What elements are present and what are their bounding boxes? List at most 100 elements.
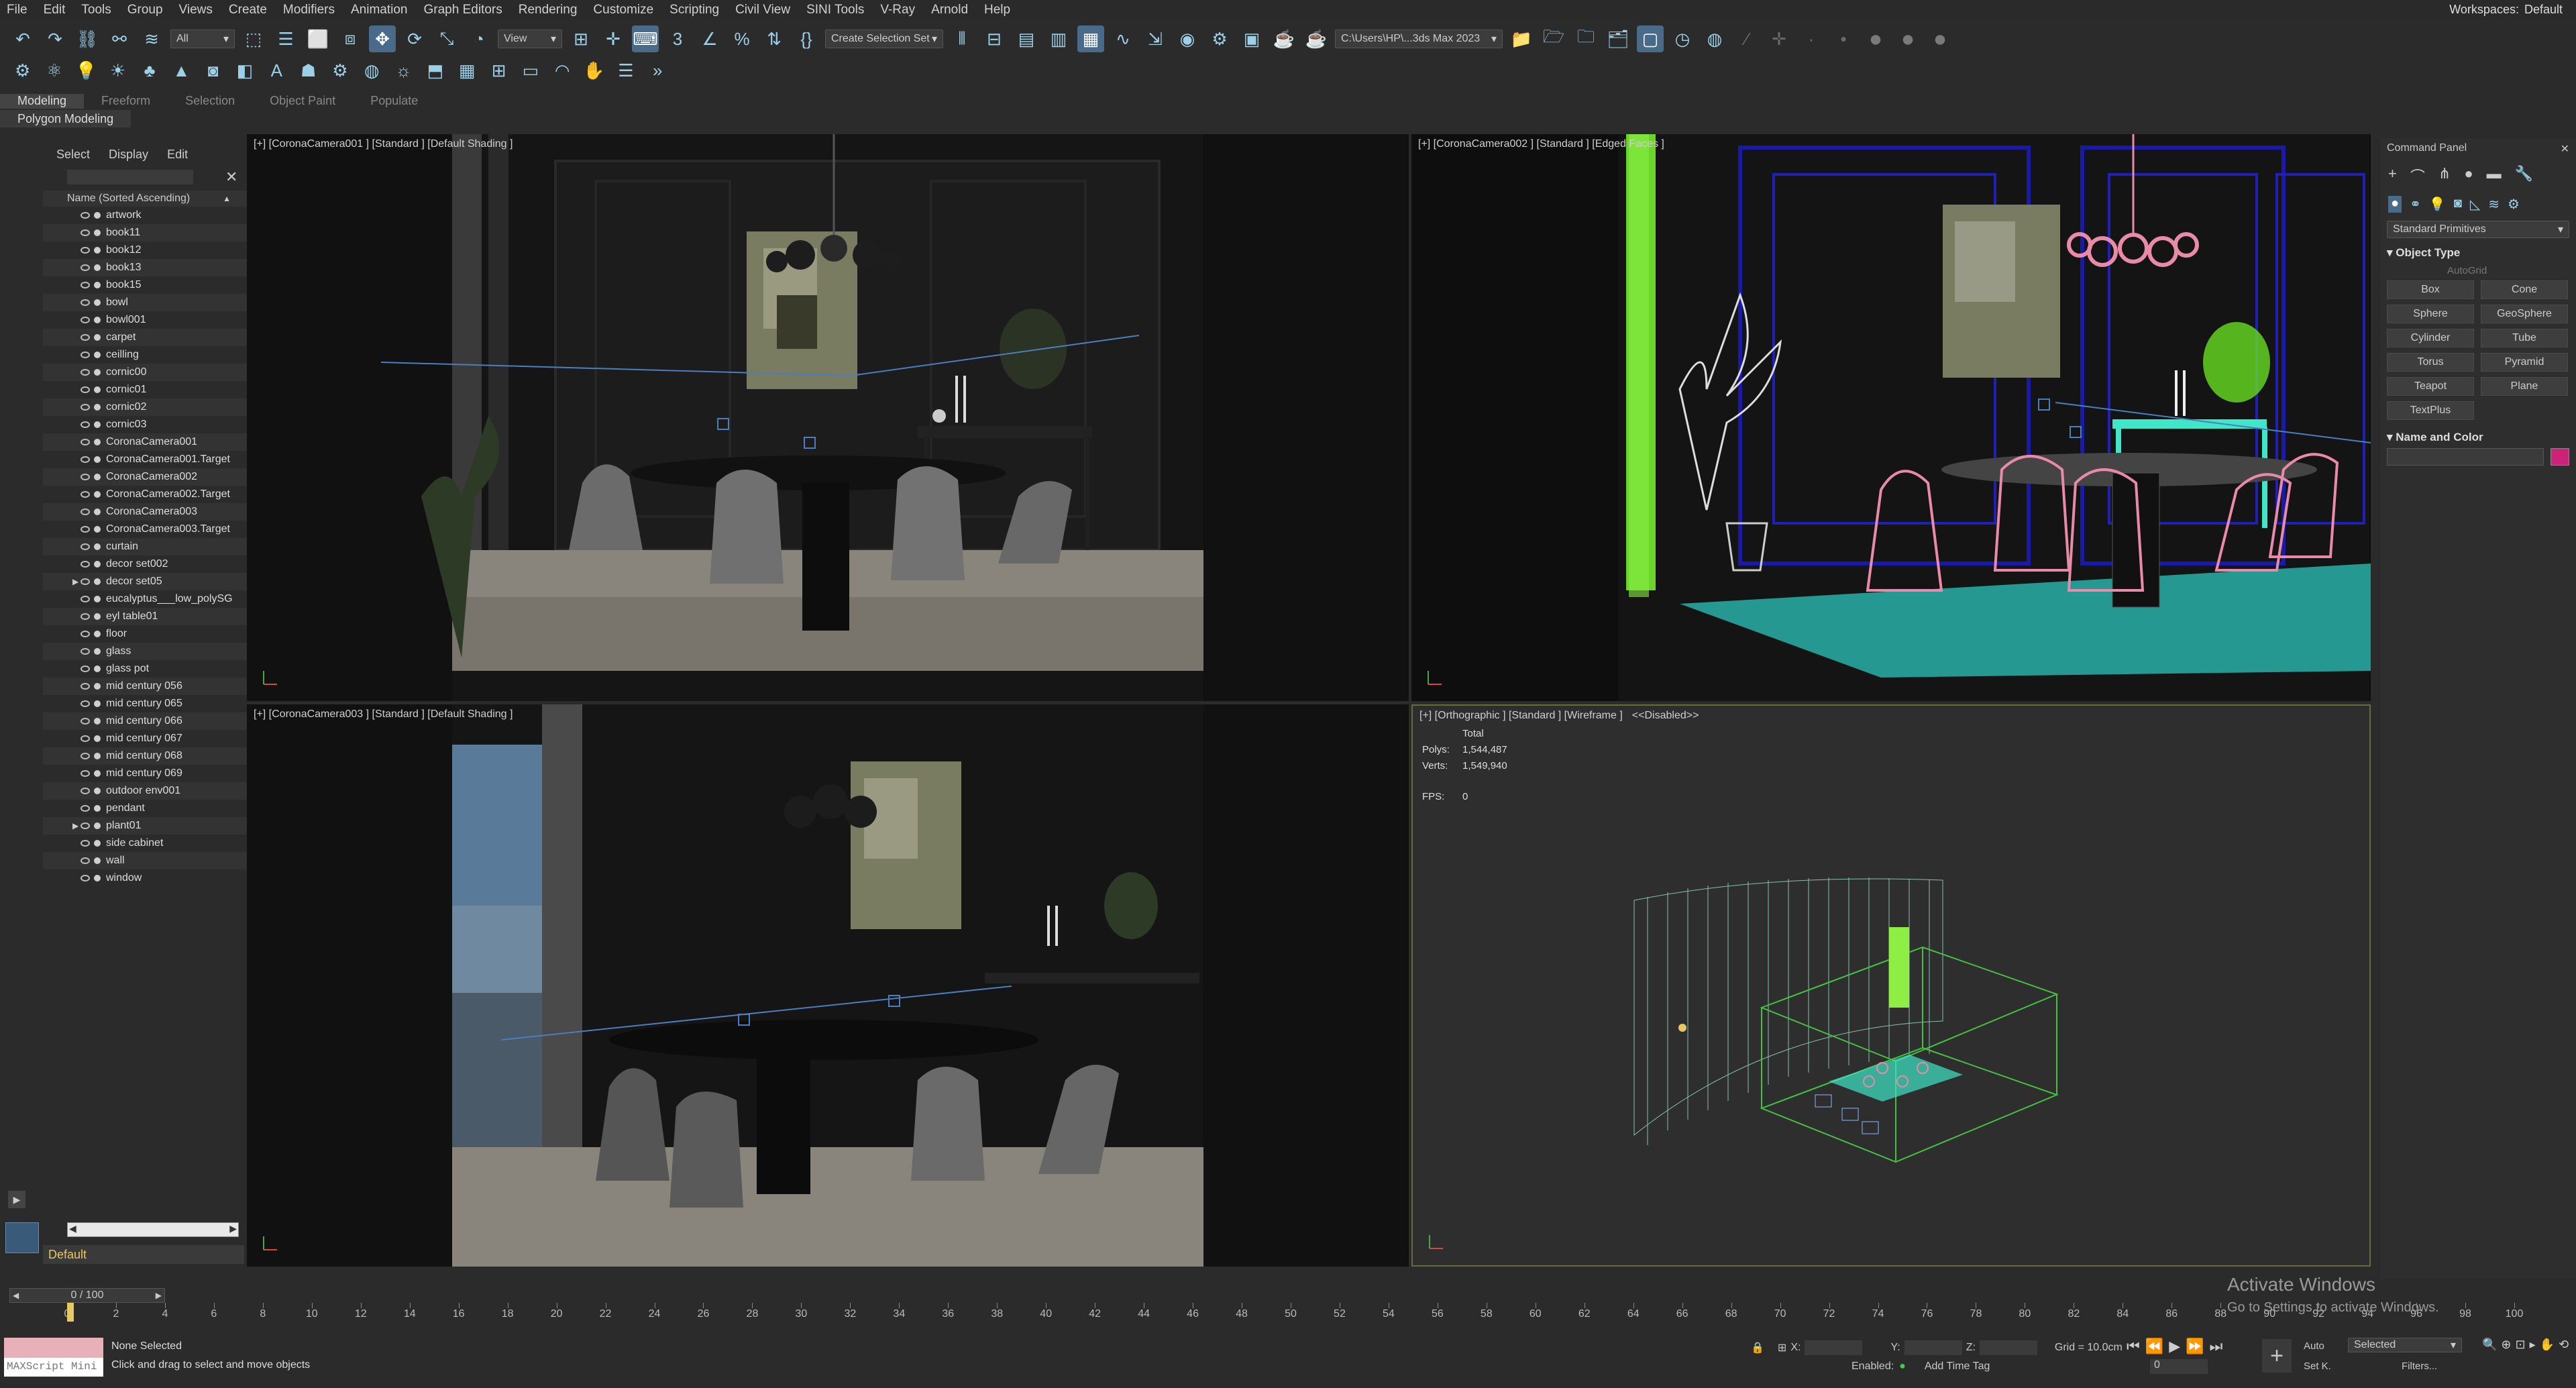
light-icon[interactable]: 💡 <box>73 57 99 84</box>
list-icon[interactable]: ☰ <box>612 57 639 84</box>
bulb-icon[interactable]: ☼ <box>390 57 417 84</box>
freeze-icon[interactable] <box>94 543 101 550</box>
eye-icon[interactable] <box>80 491 90 498</box>
eye-icon[interactable] <box>80 805 90 812</box>
rect-region-icon[interactable]: ⬜ <box>305 25 331 52</box>
freeze-icon[interactable] <box>94 596 101 602</box>
list-item[interactable]: floor <box>43 625 247 643</box>
list-item[interactable]: cornic02 <box>43 398 247 416</box>
freeze-icon[interactable] <box>94 404 101 411</box>
eye-icon[interactable] <box>80 613 90 620</box>
scroll-left-icon[interactable]: ◀ <box>69 1223 76 1234</box>
freeze-icon[interactable] <box>94 561 101 568</box>
list-item[interactable]: book11 <box>43 224 247 242</box>
current-frame-field[interactable]: 0 <box>2150 1359 2208 1374</box>
modify-tab-icon[interactable]: ⌒ <box>2410 165 2425 186</box>
menu-animation[interactable]: Animation <box>351 3 408 17</box>
viewport-label-camera003[interactable]: [+] [CoronaCamera003 ] [Standard ] [Defa… <box>254 708 513 720</box>
eye-icon[interactable] <box>80 875 90 882</box>
list-item[interactable]: ceilling <box>43 346 247 364</box>
list-item[interactable]: decor set002 <box>43 555 247 573</box>
expand-icon[interactable]: ▶ <box>72 573 78 590</box>
ribbon-tab-selection[interactable]: Selection <box>168 94 252 109</box>
tree-icon[interactable]: ♣ <box>136 57 162 84</box>
maxscript-listener[interactable] <box>4 1338 103 1358</box>
open-folder-icon[interactable]: 🗁 <box>1540 25 1567 52</box>
eye-icon[interactable] <box>80 840 90 847</box>
freeze-icon[interactable] <box>94 631 101 637</box>
menu-rendering[interactable]: Rendering <box>519 3 578 17</box>
select-object-icon[interactable]: ⬚ <box>240 25 267 52</box>
ribbon-tab-object-paint[interactable]: Object Paint <box>252 94 353 109</box>
polygon-modeling-label[interactable]: Polygon Modeling <box>17 112 113 126</box>
scene-horizontal-scrollbar[interactable]: ◀ ▶ <box>67 1222 239 1237</box>
shapes-icon[interactable]: ⚭ <box>2410 196 2421 213</box>
timeline-ticks[interactable]: 0246810121416182022242628303234363840424… <box>0 1288 2576 1328</box>
freeze-icon[interactable] <box>94 317 101 323</box>
list-item[interactable]: CoronaCamera003 <box>43 503 247 521</box>
utilities-tab-icon[interactable]: 🔧 <box>2515 165 2533 186</box>
menu-v-ray[interactable]: V-Ray <box>880 3 915 17</box>
zoom-icon[interactable]: 🔍 <box>2482 1338 2497 1352</box>
go-end-icon[interactable]: ⏭ <box>2210 1338 2223 1355</box>
add-time-tag[interactable]: Add Time Tag <box>1925 1360 1990 1373</box>
eye-icon[interactable] <box>80 334 90 341</box>
list-item[interactable]: wall <box>43 852 247 869</box>
freeze-icon[interactable] <box>94 753 101 759</box>
ribbon-tab-modeling[interactable]: Modeling <box>0 94 85 109</box>
eye-icon[interactable] <box>80 212 90 219</box>
object-type-rollout[interactable]: ▾ Object Type <box>2380 242 2576 264</box>
freeze-icon[interactable] <box>94 875 101 882</box>
eye-icon[interactable] <box>80 299 90 306</box>
angle-snap-icon[interactable]: ∠ <box>696 25 723 52</box>
eye-icon[interactable] <box>80 683 90 690</box>
workspaces-value[interactable]: Default <box>2524 3 2563 16</box>
y-field[interactable] <box>1904 1340 1962 1355</box>
eye-icon[interactable] <box>80 282 90 288</box>
eye-icon[interactable] <box>80 352 90 358</box>
eye-icon[interactable] <box>80 735 90 742</box>
freeze-icon[interactable] <box>94 509 101 515</box>
play-icon[interactable]: ▶ <box>2169 1338 2180 1355</box>
place-icon[interactable]: ◔ <box>466 25 492 52</box>
grid-alt-icon[interactable]: ⊞ <box>486 57 512 84</box>
freeze-icon[interactable] <box>94 352 101 358</box>
freeze-icon[interactable] <box>94 648 101 655</box>
motion-tab-icon[interactable]: ● <box>2464 165 2473 186</box>
list-item[interactable]: mid century 056 <box>43 678 247 695</box>
viewport-top-left[interactable]: [+] [CoronaCamera001 ] [Standard ] [Defa… <box>247 134 1409 701</box>
list-item[interactable]: CoronaCamera001.Target <box>43 451 247 468</box>
grid-icon[interactable]: ▦ <box>454 57 480 84</box>
toggle-ribbon-icon[interactable]: ▦ <box>1077 25 1104 52</box>
mirror-icon[interactable]: ⫴ <box>949 25 975 52</box>
eye-icon[interactable] <box>80 317 90 323</box>
eye-icon[interactable] <box>80 631 90 637</box>
lights-icon[interactable]: 💡 <box>2429 196 2446 213</box>
isolate-icon[interactable]: ▢ <box>1637 25 1664 52</box>
menu-tools[interactable]: Tools <box>81 3 111 17</box>
schematic-view-icon[interactable]: ⇲ <box>1142 25 1169 52</box>
eye-icon[interactable] <box>80 857 90 864</box>
freeze-icon[interactable] <box>94 613 101 620</box>
maxscript-mini[interactable]: MAXScript Mini <box>4 1358 103 1377</box>
list-item[interactable]: mid century 067 <box>43 730 247 747</box>
ribbon-tab-freeform[interactable]: Freeform <box>84 94 168 109</box>
eye-icon[interactable] <box>80 456 90 463</box>
geosphere-button[interactable]: GeoSphere <box>2481 305 2568 323</box>
freeze-icon[interactable] <box>94 735 101 742</box>
menu-group[interactable]: Group <box>127 3 163 17</box>
undo-icon[interactable]: ↶ <box>9 25 36 52</box>
viewport-label-orthographic[interactable]: [+] [Orthographic ] [Standard ] [Wirefra… <box>1419 710 1699 722</box>
eye-icon[interactable] <box>80 596 90 602</box>
freeze-icon[interactable] <box>94 282 101 288</box>
safe-frame-icon[interactable]: ▭ <box>517 57 543 84</box>
menu-graph-editors[interactable]: Graph Editors <box>424 3 502 17</box>
ribbon-tab-populate[interactable]: Populate <box>353 94 435 109</box>
workspaces[interactable]: Workspaces: Default <box>2449 3 2563 17</box>
bind-spacewarp-icon[interactable]: ≋ <box>138 25 165 52</box>
eye-icon[interactable] <box>80 648 90 655</box>
viewport-label-camera001[interactable]: [+] [CoronaCamera001 ] [Standard ] [Defa… <box>254 138 513 150</box>
toggle-layer-explorer-icon[interactable]: ▥ <box>1045 25 1072 52</box>
freeze-icon[interactable] <box>94 822 101 829</box>
viewport-label-camera002[interactable]: [+] [CoronaCamera002 ] [Standard ] [Edge… <box>1418 138 1664 150</box>
